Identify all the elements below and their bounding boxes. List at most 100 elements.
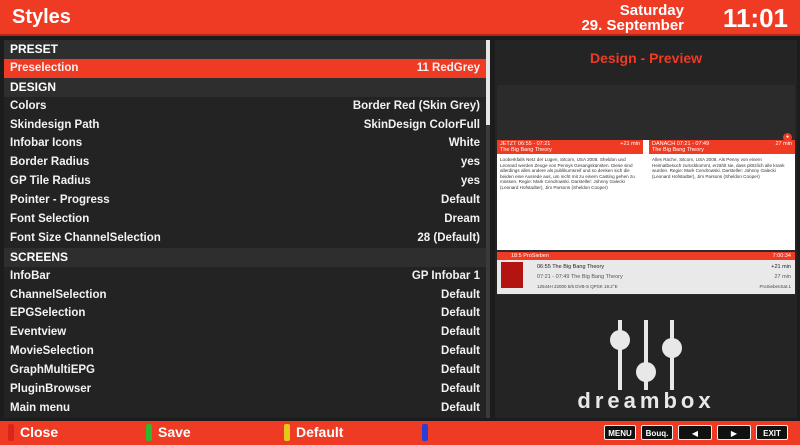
default-button[interactable]: Default [296, 424, 343, 440]
setting-value: Default [441, 383, 480, 396]
setting-label: GraphMultiEPG [10, 364, 95, 377]
preview-image: ● JETZT 06:55 - 07:21 +21 min The Big Ba… [497, 85, 795, 295]
setting-label: Main menu [10, 401, 71, 414]
setting-label: InfoBar [10, 269, 51, 282]
setting-value: Default [441, 326, 480, 339]
preview-infobar-tech: 12544H 22000 5/6 DVB-S QPSK 19.2°E [537, 284, 618, 289]
setting-label: Border Radius [10, 156, 90, 169]
mixer-sliders-icon [610, 320, 682, 390]
preview-next-bar: DANACH 07:21 - 07:49 27 min The Big Bang… [649, 140, 795, 154]
bouquet-button[interactable]: Bouq. [641, 425, 673, 440]
preview-channel: 18:5 ProSieben [511, 253, 549, 259]
preview-next-show: The Big Bang Theory [652, 147, 704, 153]
preview-epg-info: JETZT 06:55 - 07:21 +21 min The Big Bang… [497, 140, 795, 250]
setting-value: yes [460, 156, 480, 169]
preview-infobar-next: 07:21 - 07:49 The Big Bang Theory [537, 274, 623, 280]
yellow-key-icon[interactable] [284, 424, 290, 441]
setting-value: Default [441, 288, 480, 301]
setting-label: Preselection [10, 61, 79, 74]
setting-value: Dream [444, 213, 480, 226]
setting-label: DESIGN [10, 79, 57, 94]
setting-value: Border Red (Skin Grey) [352, 99, 480, 112]
setting-value: Default [441, 401, 480, 414]
setting-label: Pointer - Progress [10, 194, 110, 207]
setting-label: GP Tile Radius [10, 175, 91, 188]
setting-row[interactable]: EPGSelection Default [4, 304, 486, 323]
setting-row[interactable]: PluginBrowser Default [4, 380, 486, 399]
preview-now-mins: +21 min [620, 141, 640, 147]
setting-row[interactable]: Colors Border Red (Skin Grey) [4, 97, 486, 116]
section-header: PRESET [4, 40, 486, 59]
setting-row[interactable]: ChannelSelection Default [4, 286, 486, 305]
brand-wordmark: dreambox [577, 388, 715, 413]
setting-value: Default [441, 364, 480, 377]
red-key-icon[interactable] [8, 424, 14, 441]
setting-row[interactable]: Pointer - Progress Default [4, 191, 486, 210]
blue-key-icon[interactable] [422, 424, 428, 441]
setting-label: MovieSelection [10, 345, 94, 358]
setting-row[interactable]: Eventview Default [4, 323, 486, 342]
setting-value: Default [441, 345, 480, 358]
next-button[interactable]: ▶ [717, 425, 751, 440]
channel-logo-icon [501, 262, 523, 288]
dreambox-logo: dreambox [495, 300, 797, 418]
preview-now-show: The Big Bang Theory [500, 147, 552, 153]
clock: 11:01 [722, 3, 788, 33]
setting-row[interactable]: Border Radius yes [4, 153, 486, 172]
setting-label: Colors [10, 99, 47, 112]
preview-infobar: 18:5 ProSieben 7:00:34 06:55 The Big Ban… [497, 252, 795, 294]
setting-value: SkinDesign ColorFull [363, 118, 480, 131]
setting-value: 28 (Default) [417, 231, 480, 244]
exit-button[interactable]: EXIT [756, 425, 788, 440]
close-button[interactable]: Close [20, 424, 58, 440]
section-header: SCREENS [4, 247, 486, 267]
page-title: Styles [12, 6, 71, 28]
green-key-icon[interactable] [146, 424, 152, 441]
scrollbar-thumb[interactable] [486, 40, 490, 125]
setting-label: Infobar Icons [10, 137, 83, 150]
setting-label: PRESET [10, 42, 59, 56]
setting-row[interactable]: Infobar Icons White [4, 134, 486, 153]
settings-list[interactable]: PRESET Preselection 11 RedGrey DESIGN Colors… [4, 40, 486, 418]
preview-title: Design - Preview [589, 50, 703, 66]
setting-label: EPGSelection [10, 307, 86, 320]
setting-row[interactable]: Font Size ChannelSelection 28 (Default) [4, 229, 486, 248]
preview-next-mins: 27 min [775, 141, 792, 147]
date-label: 29. September [581, 17, 684, 34]
setting-row[interactable]: Font Selection Dream [4, 210, 486, 229]
previous-button[interactable]: ◀ [678, 425, 712, 440]
preview-now-bar: JETZT 06:55 - 07:21 +21 min The Big Bang… [497, 140, 643, 154]
preview-next-text: Alles Rache, Sitcom, USA 2008. Als Penny… [652, 157, 785, 179]
setting-value: White [448, 137, 480, 150]
setting-label: Eventview [10, 326, 67, 339]
setting-row[interactable]: Skindesign Path SkinDesign ColorFull [4, 116, 486, 135]
menu-button[interactable]: MENU [604, 425, 636, 440]
preview-infobar-now: 06:55 The Big Bang Theory [537, 264, 605, 270]
setting-row[interactable]: Main menu Default [4, 399, 486, 418]
setting-label: Skindesign Path [10, 118, 100, 131]
setting-label: Font Selection [10, 213, 90, 226]
design-preview-panel: Design - Preview ● JETZT 06:55 - 07:21 +… [495, 40, 797, 418]
setting-value: GP Infobar 1 [411, 269, 480, 282]
section-header: DESIGN [4, 77, 486, 97]
preview-infobar-provider: ProSiebenSat.1 [759, 284, 791, 289]
setting-row[interactable]: GP Tile Radius yes [4, 172, 486, 191]
scrollbar[interactable] [486, 40, 490, 418]
preview-now-text: Looberkfalls Netz der Lügen, Sitcom, USA… [500, 157, 635, 190]
setting-value: Default [441, 194, 480, 207]
footer-bar: Close Save Default MENU Bouq. ◀ ▶ EXIT [0, 421, 800, 445]
preview-channel-time: 7:00:34 [772, 253, 791, 259]
setting-row[interactable]: GraphMultiEPG Default [4, 361, 486, 380]
title-bar: Styles Saturday 29. September 11:01 [0, 0, 800, 36]
setting-label: ChannelSelection [10, 288, 107, 301]
setting-row[interactable]: MovieSelection Default [4, 342, 486, 361]
preview-infobar-now-mins: +21 min [771, 264, 791, 270]
preview-channel-bar: 18:5 ProSieben 7:00:34 [497, 252, 795, 260]
setting-row[interactable]: InfoBar GP Infobar 1 [4, 267, 486, 286]
setting-label: PluginBrowser [10, 383, 92, 396]
setting-row[interactable]: Preselection 11 RedGrey [4, 58, 486, 78]
setting-value: yes [460, 175, 480, 188]
save-button[interactable]: Save [158, 424, 191, 440]
preview-infobar-next-mins: 27 min [774, 274, 791, 280]
setting-value: Default [441, 307, 480, 320]
